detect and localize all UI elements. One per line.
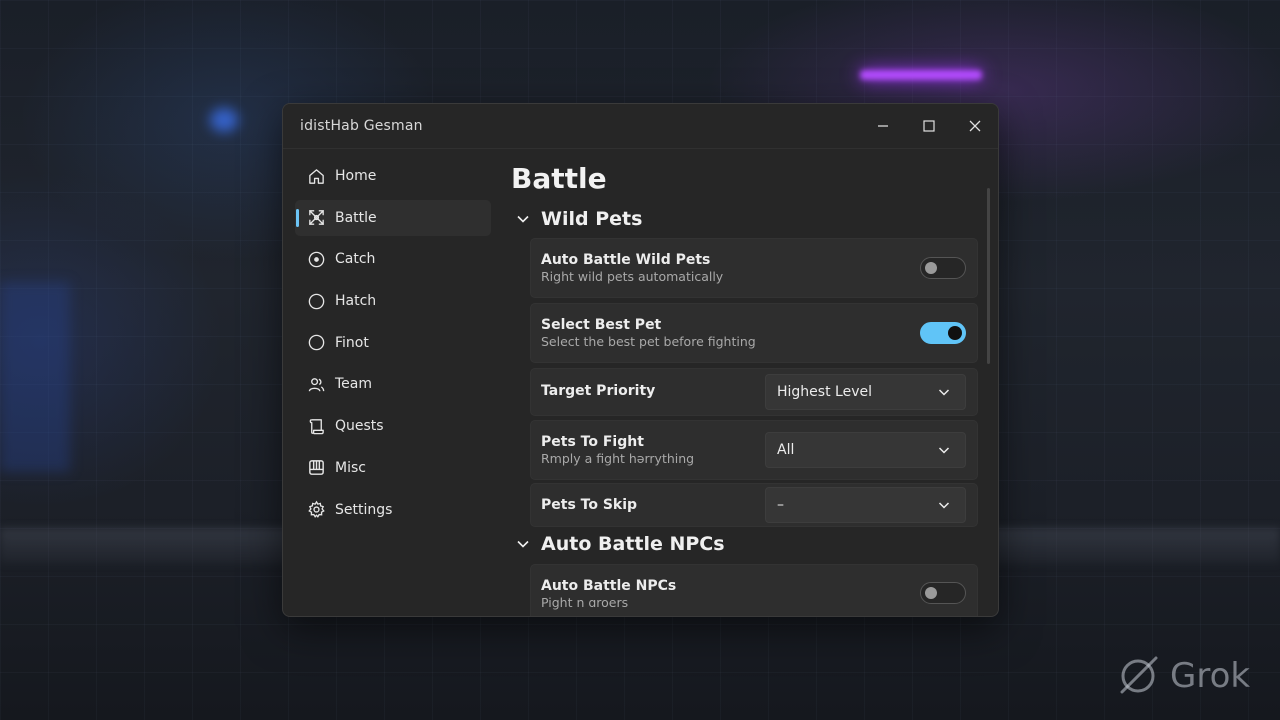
setting-label: Auto Battle NPCs bbox=[541, 578, 677, 594]
setting-label: Pets To Skip bbox=[541, 497, 638, 513]
gear-icon bbox=[306, 500, 326, 520]
section-title: Wild Pets bbox=[541, 208, 643, 230]
select-best-pet-toggle[interactable] bbox=[920, 322, 966, 344]
setting-row-select-best-pet: Select Best Pet Select the best pet befo… bbox=[530, 303, 978, 363]
setting-label: Auto Battle Wild Pets bbox=[541, 252, 711, 268]
sidebar-item-label: Battle bbox=[335, 209, 377, 226]
toggle-knob bbox=[925, 262, 937, 274]
title-bar[interactable]: idistHab Gesman bbox=[283, 104, 998, 149]
chevron-down-icon bbox=[938, 389, 950, 396]
setting-row-auto-battle-wild-pets: Auto Battle Wild Pets Right wild pets au… bbox=[530, 238, 978, 298]
pets-to-fight-dropdown[interactable]: All bbox=[765, 432, 966, 468]
close-icon bbox=[969, 120, 981, 132]
setting-row-auto-battle-npcs: Auto Battle NPCs Pight n ɑroers bbox=[530, 564, 978, 616]
main-content: Battle Wild Pets Auto Battle Wild Pets R… bbox=[511, 152, 991, 616]
home-icon bbox=[306, 166, 326, 186]
circle-icon bbox=[306, 291, 326, 311]
sidebar-item-hatch[interactable]: Hatch bbox=[295, 283, 491, 319]
setting-label: Target Priority bbox=[541, 383, 656, 399]
section-header-wild-pets[interactable]: Wild Pets bbox=[515, 208, 642, 230]
target-priority-dropdown[interactable]: Highest Level bbox=[765, 374, 966, 410]
setting-description: Select the best pet before fighting bbox=[541, 334, 756, 349]
sidebar-item-finot[interactable]: Finot bbox=[295, 325, 491, 361]
page-title: Battle bbox=[511, 162, 607, 195]
sidebar-item-label: Catch bbox=[335, 251, 376, 268]
dropdown-value: Highest Level bbox=[777, 384, 872, 400]
background-neon-light bbox=[860, 70, 982, 80]
dropdown-value: All bbox=[777, 442, 795, 458]
close-button[interactable] bbox=[952, 104, 998, 148]
sidebar-item-label: Home bbox=[335, 168, 377, 184]
minimize-button[interactable] bbox=[860, 104, 906, 148]
sidebar-item-team[interactable]: Team bbox=[295, 366, 491, 402]
grok-logo-icon bbox=[1120, 656, 1158, 694]
battle-icon bbox=[306, 208, 326, 228]
sidebar-item-battle[interactable]: Battle bbox=[295, 199, 491, 236]
watermark-text: Grok bbox=[1170, 656, 1251, 696]
toggle-knob bbox=[948, 326, 962, 340]
sidebar-item-label: Settings bbox=[335, 501, 393, 518]
setting-row-target-priority: Target Priority Highest Level bbox=[530, 368, 978, 416]
chevron-down-icon bbox=[938, 447, 950, 454]
sidebar-item-label: Quests bbox=[335, 418, 384, 435]
target-icon bbox=[306, 249, 326, 269]
dropdown-value: – bbox=[777, 497, 784, 513]
setting-description: Pight n ɑroers bbox=[541, 595, 629, 610]
minimize-icon bbox=[878, 125, 888, 127]
toggle-knob bbox=[925, 587, 937, 599]
auto-battle-npcs-toggle[interactable] bbox=[920, 582, 966, 604]
sidebar-item-quests[interactable]: Quests bbox=[295, 408, 491, 444]
circle-icon bbox=[306, 333, 326, 353]
window-title: idistHab Gesman bbox=[300, 118, 423, 134]
users-icon bbox=[306, 374, 326, 394]
background-glow bbox=[210, 108, 238, 132]
setting-description: Rmply a fight hərrything bbox=[541, 451, 695, 466]
app-window: idistHab Gesman Home Battle Catch Hatch … bbox=[282, 103, 999, 617]
sidebar-item-misc[interactable]: Misc bbox=[295, 450, 491, 486]
sidebar-item-settings[interactable]: Settings bbox=[295, 492, 491, 528]
sidebar-item-catch[interactable]: Catch bbox=[295, 241, 491, 277]
sidebar-item-label: Finot bbox=[335, 334, 369, 351]
sidebar-item-home[interactable]: Home bbox=[295, 158, 491, 194]
maximize-button[interactable] bbox=[906, 104, 952, 148]
auto-battle-wild-pets-toggle[interactable] bbox=[920, 257, 966, 279]
sidebar-item-label: Team bbox=[335, 376, 373, 393]
maximize-icon bbox=[923, 120, 935, 132]
section-title: Auto Battle NPCs bbox=[541, 533, 725, 555]
sidebar: Home Battle Catch Hatch Finot Team Quest… bbox=[295, 158, 491, 533]
section-header-auto-battle-npcs[interactable]: Auto Battle NPCs bbox=[515, 533, 725, 555]
setting-description: Right wild pets automatically bbox=[541, 269, 724, 284]
scrollbar[interactable] bbox=[987, 188, 990, 364]
setting-row-pets-to-skip: Pets To Skip – bbox=[530, 483, 978, 527]
setting-row-pets-to-fight: Pets To Fight Rmply a fight hərrything A… bbox=[530, 420, 978, 480]
box-icon bbox=[306, 458, 326, 478]
chevron-down-icon bbox=[517, 540, 529, 548]
chevron-down-icon bbox=[938, 502, 950, 509]
sidebar-item-label: Misc bbox=[335, 459, 366, 476]
chevron-down-icon bbox=[517, 215, 529, 223]
setting-label: Select Best Pet bbox=[541, 317, 662, 333]
window-controls bbox=[860, 104, 998, 148]
pets-to-skip-dropdown[interactable]: – bbox=[765, 487, 966, 523]
watermark: Grok bbox=[1114, 652, 1250, 700]
scroll-icon bbox=[306, 416, 326, 436]
sidebar-item-label: Hatch bbox=[335, 293, 377, 310]
background-sign bbox=[0, 282, 70, 472]
setting-label: Pets To Fight bbox=[541, 434, 644, 450]
